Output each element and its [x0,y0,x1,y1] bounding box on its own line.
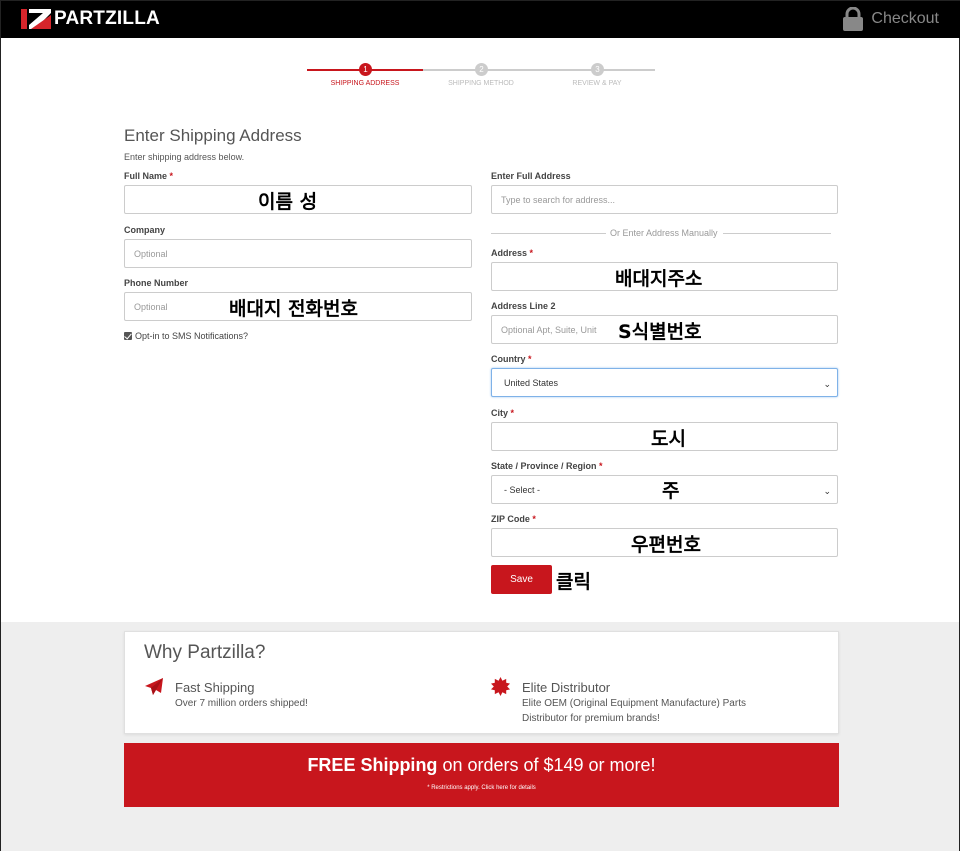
country-select[interactable]: United States ⌄ [491,368,838,397]
save-annotation: 클릭 [556,571,591,593]
elite-distributor-desc: Elite OEM (Original Equipment Manufactur… [522,696,746,726]
address-annotation: 배대지주소 [615,268,703,290]
full-name-annotation: 이름 성 [258,191,318,213]
form-subtitle: Enter shipping address below. [124,152,245,162]
state-annotation: 주 [662,480,680,502]
free-shipping-banner[interactable]: FREE Shipping on orders of $149 or more!… [124,743,839,807]
paper-plane-icon [145,678,163,695]
fast-shipping-desc: Over 7 million orders shipped! [175,698,308,709]
free-shipping-headline: FREE Shipping on orders of $149 or more! [124,755,839,776]
elite-distributor-desc-line1: Elite OEM (Original Equipment Manufactur… [522,698,746,709]
city-label: City * [491,408,515,418]
phone-placeholder: Optional [134,301,168,312]
full-address-search-input[interactable]: Type to search for address... [491,185,838,214]
full-address-label: Enter Full Address [491,171,571,181]
address-line2-label: Address Line 2 [491,301,556,311]
divider-line-left [491,233,606,234]
top-header-bar: PARTZILLA Checkout [1,1,960,38]
why-partzilla-card: Why Partzilla? Fast Shipping Over 7 mill… [124,631,839,734]
fast-shipping-title: Fast Shipping [175,680,255,695]
partzilla-logo[interactable]: PARTZILLA [21,8,160,30]
free-shipping-bold: FREE Shipping [307,755,438,775]
lock-icon [843,7,864,31]
company-placeholder: Optional [134,248,168,259]
phone-annotation: 배대지 전화번호 [229,298,358,320]
zip-label: ZIP Code * [491,514,536,524]
why-title: Why Partzilla? [144,642,266,663]
company-label: Company [124,225,166,235]
manual-address-divider: Or Enter Address Manually [491,228,838,240]
step-2-dot: 2 [475,63,488,76]
partzilla-logo-mark-icon [21,9,51,29]
step-1-dot: 1 [359,63,372,76]
elite-distributor-desc-line2: Distributor for premium brands! [522,713,660,724]
country-select-value: United States [504,377,559,388]
step-1-label: SHIPPING ADDRESS [330,80,400,87]
checkout-progress: 1 SHIPPING ADDRESS 2 SHIPPING METHOD 3 R… [307,63,657,93]
step-2-label: SHIPPING METHOD [448,80,514,87]
country-label: Country * [491,354,532,364]
sms-opt-in-label: Opt-in to SMS Notifications? [135,331,249,341]
full-name-label: Full Name * [124,171,174,181]
state-select-value: - Select - [504,484,541,495]
address-line2-annotation: S식별번호 [618,321,702,343]
divider-label: Or Enter Address Manually [610,228,718,238]
zip-annotation: 우편번호 [631,534,701,556]
free-shipping-note: * Restrictions apply. Click here for det… [427,785,536,791]
full-address-placeholder: Type to search for address... [501,194,616,205]
city-annotation: 도시 [651,428,686,450]
address-line2-placeholder: Optional Apt, Suite, Unit [501,324,597,335]
state-label: State / Province / Region * [491,461,603,471]
form-title: Enter Shipping Address [124,126,302,145]
chevron-down-icon: ⌄ [823,486,831,496]
elite-distributor-title: Elite Distributor [522,680,611,695]
logo-text: PARTZILLA [54,8,160,29]
divider-line-right [723,233,831,234]
progress-line-inactive [423,69,655,71]
address-label: Address * [491,248,534,258]
phone-label: Phone Number [124,278,189,288]
sms-opt-in-checkbox[interactable] [124,332,132,340]
step-3-label: REVIEW & PAY [572,80,622,87]
free-shipping-rest: on orders of $149 or more! [437,755,656,775]
save-button[interactable]: Save [491,565,552,594]
step-3-dot: 3 [591,63,604,76]
chevron-down-icon: ⌄ [823,379,831,389]
checkout-label: Checkout [871,10,939,27]
checkout-link[interactable]: Checkout [843,7,939,31]
badge-seal-icon [491,677,510,696]
company-input[interactable]: Optional [124,239,472,268]
